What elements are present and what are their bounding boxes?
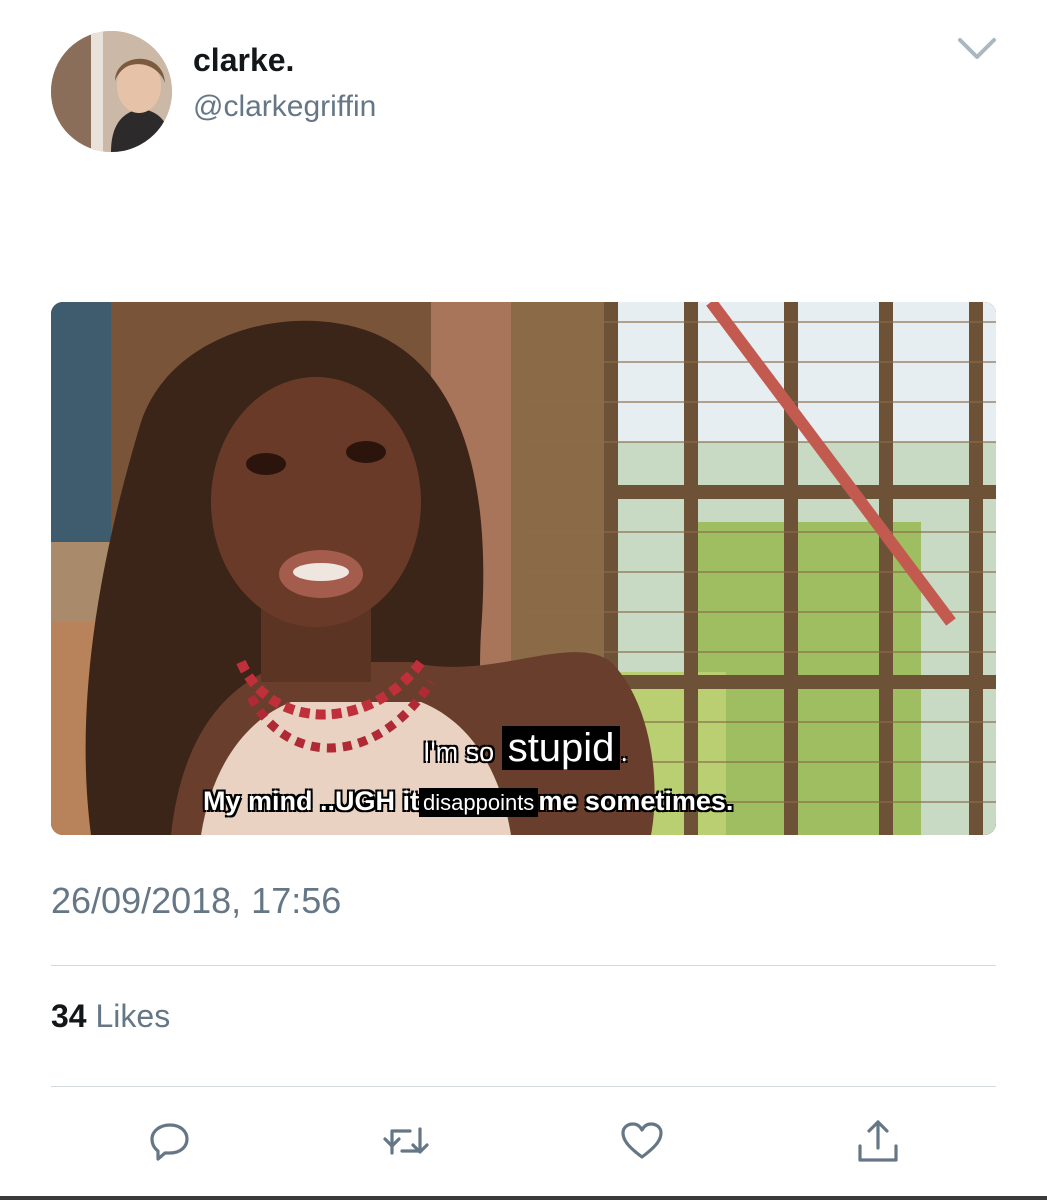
divider bbox=[51, 965, 996, 966]
retweet-icon bbox=[383, 1127, 429, 1155]
likes-stat[interactable]: 34 Likes bbox=[51, 998, 170, 1035]
divider bbox=[51, 1086, 996, 1087]
heart-icon bbox=[621, 1122, 663, 1159]
user-handle[interactable]: @clarkegriffin bbox=[193, 90, 376, 124]
tweet-timestamp[interactable]: 26/09/2018, 17:56 bbox=[51, 880, 341, 922]
subtitle-text: . bbox=[620, 737, 628, 767]
subtitle-text: I'm so bbox=[423, 737, 495, 767]
subtitle-line-2: My mind ..UGH it disappoints me sometimes. bbox=[203, 786, 733, 817]
likes-label: Likes bbox=[95, 998, 171, 1034]
tweet-media[interactable]: I'm so stupid. My mind ..UGH it disappoin… bbox=[51, 302, 996, 835]
like-button[interactable] bbox=[618, 1117, 666, 1165]
reply-button[interactable] bbox=[146, 1117, 194, 1165]
bottom-edge bbox=[0, 1196, 1047, 1200]
avatar-image bbox=[51, 31, 172, 152]
display-name[interactable]: clarke. bbox=[193, 42, 294, 79]
subtitle-highlight: disappoints bbox=[419, 788, 539, 817]
subtitle-line-1: I'm so stupid. bbox=[423, 726, 628, 771]
chevron-down-icon[interactable] bbox=[957, 36, 997, 62]
avatar[interactable] bbox=[51, 31, 172, 152]
share-button[interactable] bbox=[854, 1117, 902, 1165]
subtitle-highlight: stupid bbox=[501, 726, 621, 770]
subtitle-text: My mind ..UGH it bbox=[203, 786, 419, 816]
subtitle-text: me sometimes. bbox=[538, 786, 734, 816]
likes-count: 34 bbox=[51, 998, 87, 1034]
reply-icon bbox=[150, 1123, 189, 1161]
share-icon bbox=[858, 1120, 898, 1162]
retweet-button[interactable] bbox=[382, 1117, 430, 1165]
